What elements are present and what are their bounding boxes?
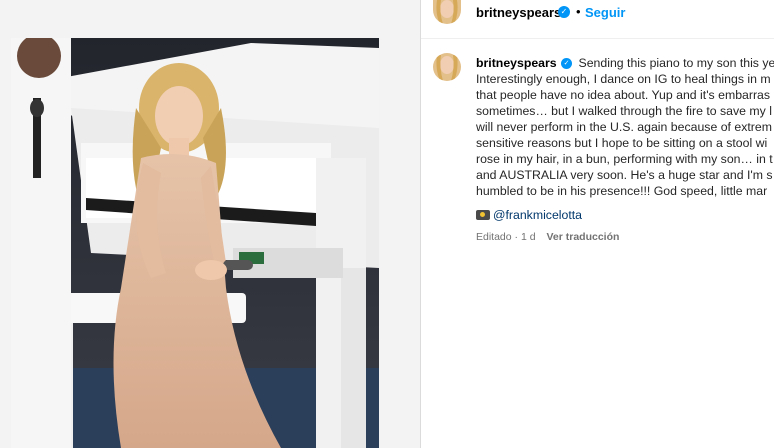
post-header: britneyspears ✓ • Seguir <box>421 0 774 30</box>
see-translation-button[interactable]: Ver traducción <box>546 231 619 243</box>
caption-line: sometimes… but I walked through the fire… <box>476 104 772 118</box>
caption-username[interactable]: britneyspears <box>476 56 557 70</box>
verified-badge-icon: ✓ <box>561 58 573 70</box>
verified-badge-icon: ✓ <box>558 6 570 18</box>
edited-timestamp: Editado · 1 d <box>476 231 536 243</box>
caption-line: sensitive reasons but I hope to be sitti… <box>476 136 768 150</box>
header-divider <box>421 38 774 39</box>
caption-line: that people have no idea about. Yup and … <box>476 88 771 102</box>
caption-text: britneyspears ✓ Sending this piano to my… <box>476 55 774 199</box>
caption-line-text: Sending this piano to my son this yea <box>578 56 774 70</box>
caption-avatar[interactable] <box>433 53 461 81</box>
comments-pane: britneyspears ✓ • Seguir britneyspears ✓… <box>421 0 774 448</box>
credit-link[interactable]: @frankmicelotta <box>493 208 582 222</box>
caption-line: humbled to be in his presence!!! God spe… <box>476 184 768 198</box>
caption-line: britneyspears ✓ Sending this piano to my… <box>476 55 774 71</box>
photo-credit: @frankmicelotta <box>476 208 582 222</box>
post-photo[interactable] <box>11 38 379 448</box>
follow-button[interactable]: Seguir <box>585 5 625 20</box>
caption-line: will never perform in the U.S. again bec… <box>476 120 772 134</box>
avatar-image <box>433 0 461 24</box>
caption-line: and AUSTRALIA very soon. He's a huge sta… <box>476 168 773 182</box>
header-username[interactable]: britneyspears <box>476 5 561 20</box>
photo-illustration <box>11 38 379 448</box>
caption-line: Interestingly enough, I dance on IG to h… <box>476 72 771 86</box>
avatar-image <box>433 53 461 81</box>
media-pane <box>0 0 420 448</box>
caption-line: rose in my hair, in a bun, performing wi… <box>476 152 773 166</box>
header-separator: • <box>576 4 581 19</box>
post-meta: Editado · 1 d Ver traducción <box>476 231 619 243</box>
camera-icon <box>476 210 490 220</box>
header-avatar[interactable] <box>433 0 461 24</box>
